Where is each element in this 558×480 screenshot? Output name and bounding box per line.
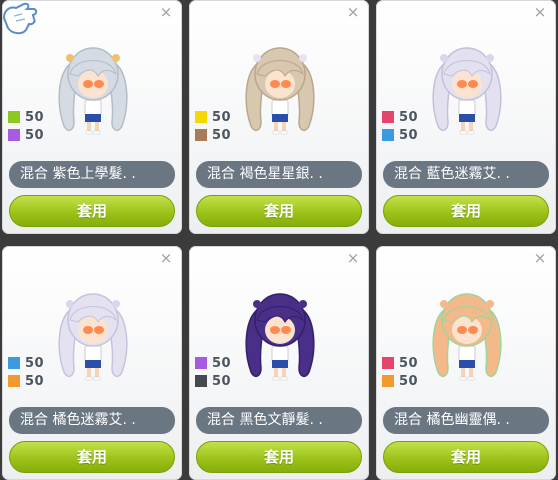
stat-value: 50 bbox=[399, 373, 419, 389]
character-avatar bbox=[432, 293, 502, 381]
hair-name-label: 混合 紫色上學髮. . bbox=[9, 161, 175, 188]
close-icon[interactable]: × bbox=[346, 251, 360, 266]
color-swatch bbox=[8, 129, 20, 141]
stat-value: 50 bbox=[212, 355, 232, 371]
hair-card: × 50 50 混合 黑色文靜髮. . 套用 bbox=[189, 246, 369, 480]
apply-button[interactable]: 套用 bbox=[196, 441, 362, 473]
close-icon[interactable]: × bbox=[159, 5, 173, 20]
color-stats: 50 50 bbox=[382, 354, 418, 390]
stat-value: 50 bbox=[212, 109, 232, 125]
hair-card: × 50 50 混合 褐色星星銀. . 套用 bbox=[189, 0, 369, 234]
stat-value: 50 bbox=[212, 373, 232, 389]
color-stats: 50 50 bbox=[195, 354, 231, 390]
hair-card: × 50 50 混合 橘色迷霧艾. . 套用 bbox=[2, 246, 182, 480]
color-stats: 50 50 bbox=[195, 108, 231, 144]
color-swatch bbox=[382, 111, 394, 123]
color-stats: 50 50 bbox=[8, 108, 44, 144]
hair-preview-grid: × 50 50 混合 紫色上學髮. . 套用 × 50 50 混合 褐色星星銀.… bbox=[0, 0, 558, 480]
apply-button[interactable]: 套用 bbox=[383, 441, 549, 473]
color-stats: 50 50 bbox=[382, 108, 418, 144]
hair-name-label: 混合 褐色星星銀. . bbox=[196, 161, 362, 188]
close-icon[interactable]: × bbox=[533, 251, 547, 266]
character-avatar bbox=[245, 47, 315, 135]
close-icon[interactable]: × bbox=[159, 251, 173, 266]
stat-value: 50 bbox=[25, 127, 45, 143]
hair-name-label: 混合 橘色迷霧艾. . bbox=[9, 407, 175, 434]
stat-value: 50 bbox=[25, 109, 45, 125]
stat-value: 50 bbox=[399, 355, 419, 371]
color-swatch bbox=[8, 357, 20, 369]
color-swatch bbox=[382, 129, 394, 141]
character-avatar bbox=[58, 293, 128, 381]
color-stats: 50 50 bbox=[8, 354, 44, 390]
character-avatar bbox=[432, 47, 502, 135]
character-avatar bbox=[245, 293, 315, 381]
hair-card: × 50 50 混合 橘色幽靈偶. . 套用 bbox=[376, 246, 556, 480]
color-swatch bbox=[382, 357, 394, 369]
glove-cursor-icon bbox=[2, 2, 38, 35]
stat-value: 50 bbox=[399, 109, 419, 125]
close-icon[interactable]: × bbox=[346, 5, 360, 20]
stat-value: 50 bbox=[399, 127, 419, 143]
color-swatch bbox=[195, 357, 207, 369]
hair-name-label: 混合 黑色文靜髮. . bbox=[196, 407, 362, 434]
character-avatar bbox=[58, 47, 128, 135]
hair-card: × 50 50 混合 藍色迷霧艾. . 套用 bbox=[376, 0, 556, 234]
apply-button[interactable]: 套用 bbox=[9, 195, 175, 227]
stat-value: 50 bbox=[25, 373, 45, 389]
color-swatch bbox=[382, 375, 394, 387]
hair-name-label: 混合 藍色迷霧艾. . bbox=[383, 161, 549, 188]
apply-button[interactable]: 套用 bbox=[383, 195, 549, 227]
stat-value: 50 bbox=[25, 355, 45, 371]
close-icon[interactable]: × bbox=[533, 5, 547, 20]
stat-value: 50 bbox=[212, 127, 232, 143]
apply-button[interactable]: 套用 bbox=[196, 195, 362, 227]
color-swatch bbox=[8, 111, 20, 123]
color-swatch bbox=[195, 129, 207, 141]
color-swatch bbox=[195, 375, 207, 387]
color-swatch bbox=[8, 375, 20, 387]
color-swatch bbox=[195, 111, 207, 123]
apply-button[interactable]: 套用 bbox=[9, 441, 175, 473]
hair-name-label: 混合 橘色幽靈偶. . bbox=[383, 407, 549, 434]
